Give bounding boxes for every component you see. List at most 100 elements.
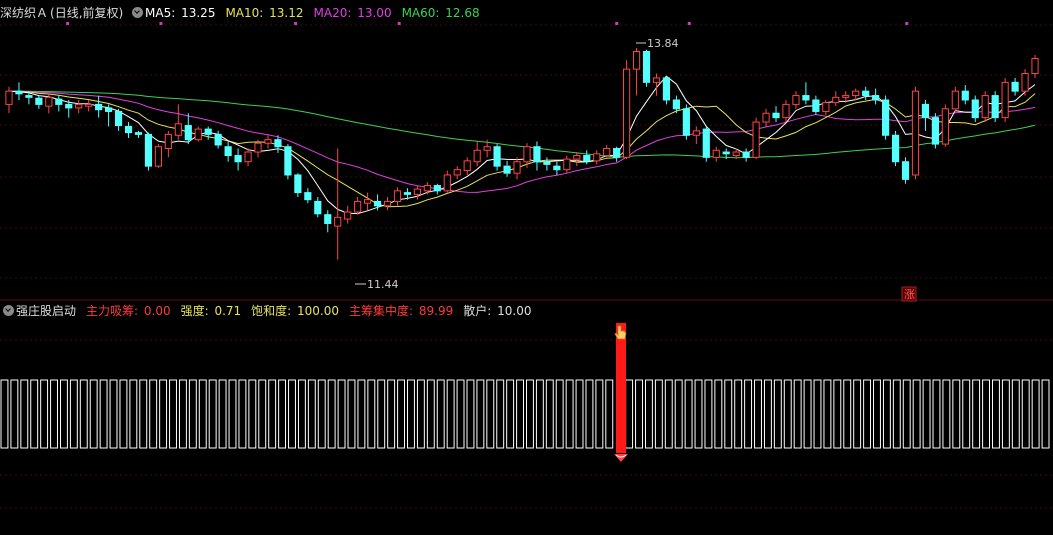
indicator-bar [268, 379, 277, 449]
indicator-bar [466, 379, 475, 449]
candle-body [383, 200, 392, 207]
candle-body [911, 90, 920, 176]
candle-body [344, 211, 352, 220]
candle [961, 84, 969, 105]
candle-body [931, 117, 939, 145]
candle [344, 205, 352, 224]
candle-body [842, 95, 850, 98]
candle [144, 132, 153, 171]
indicator-bar [843, 379, 852, 449]
candle-body [105, 107, 113, 112]
indicator-bar [436, 379, 445, 449]
candle-body [822, 102, 830, 112]
candle-body [304, 192, 312, 201]
candle [852, 88, 860, 100]
indicator-bar [69, 379, 78, 449]
indicator-bars[interactable] [0, 323, 1050, 453]
candle [463, 157, 471, 175]
candle-body [832, 96, 840, 104]
candle-body [493, 146, 501, 167]
candle-body [802, 95, 810, 101]
candle [632, 47, 641, 96]
ma20-value: 13.00 [357, 6, 392, 20]
candle [5, 86, 13, 114]
candle-body [134, 132, 143, 135]
candle [1021, 69, 1029, 96]
candle [593, 150, 601, 165]
indicator-bar [297, 379, 306, 449]
candle [782, 99, 790, 123]
indicator-bar [595, 379, 604, 449]
candle [553, 161, 561, 175]
candle-body [423, 185, 431, 192]
indicator-bar [20, 379, 29, 449]
candlestick-chart[interactable]: 13.84 11.44 涨 [0, 0, 1053, 535]
candle-body [782, 103, 790, 119]
candle-body [354, 200, 362, 213]
stock-name[interactable]: 深纺织Ａ [0, 6, 48, 20]
candle [603, 144, 611, 158]
indicator-bar [407, 379, 415, 449]
candle-body [214, 133, 222, 146]
candle-body [1011, 81, 1019, 92]
candle-body [523, 146, 531, 163]
indicator-bar [416, 379, 425, 449]
candle-body [25, 95, 33, 98]
candle-body [124, 125, 133, 134]
candle-body [812, 99, 820, 112]
candle-body [1021, 73, 1029, 92]
candle-body [603, 148, 611, 157]
indicator-bar [169, 379, 177, 449]
indicator-bar [159, 379, 168, 449]
indicator-bar [1011, 379, 1020, 449]
candle [981, 91, 989, 123]
candle [543, 157, 551, 171]
candle-body [722, 151, 730, 155]
candle [623, 60, 631, 160]
chevron-down-icon[interactable] [3, 305, 14, 316]
candle-body [961, 90, 969, 101]
candle-body [543, 161, 551, 165]
indicator-field-label: 强度: [180, 304, 213, 318]
indicator-bar [129, 379, 138, 449]
candle [951, 86, 959, 114]
candle-body [1031, 58, 1039, 75]
indicator-bar [79, 379, 88, 449]
indicator-bar [704, 379, 713, 449]
candle-body [184, 125, 192, 141]
candle [921, 99, 930, 131]
indicator-bar [99, 379, 108, 449]
candle-body [35, 97, 43, 105]
chevron-down-icon[interactable] [132, 7, 144, 18]
candle [891, 130, 900, 167]
indicator-name[interactable]: 强庄股启动 [16, 304, 76, 318]
candle [334, 148, 342, 260]
candle-body [682, 108, 690, 136]
indicator-bar [426, 379, 435, 449]
chart-period[interactable]: (日线,前复权) [50, 6, 123, 20]
candle-body [573, 155, 581, 160]
candle-body [891, 134, 900, 163]
candle-body [742, 151, 750, 158]
candle [772, 106, 780, 123]
candle [642, 49, 651, 87]
candle [812, 95, 820, 115]
indicator-bar [238, 379, 247, 449]
candle [55, 95, 63, 112]
stock-chart-window: 13.84 11.44 涨 深纺织Ａ (日线,前复权) MA5: 13.25 MA1… [0, 0, 1053, 535]
zhang-badge[interactable]: 涨 [901, 286, 917, 302]
indicator-bar [754, 379, 762, 449]
indicator-bar [0, 379, 9, 449]
candle [294, 173, 302, 198]
indicator-bar [724, 379, 733, 449]
indicator-bar [803, 379, 812, 449]
candle-body [254, 142, 262, 153]
candle [762, 108, 770, 127]
candle-body [75, 103, 83, 109]
indicator-bar [357, 379, 366, 449]
candle-body [294, 174, 302, 194]
candle [901, 157, 910, 184]
indicator-bar [902, 379, 911, 449]
ma5-path [8, 75, 1036, 215]
candle [204, 126, 212, 140]
